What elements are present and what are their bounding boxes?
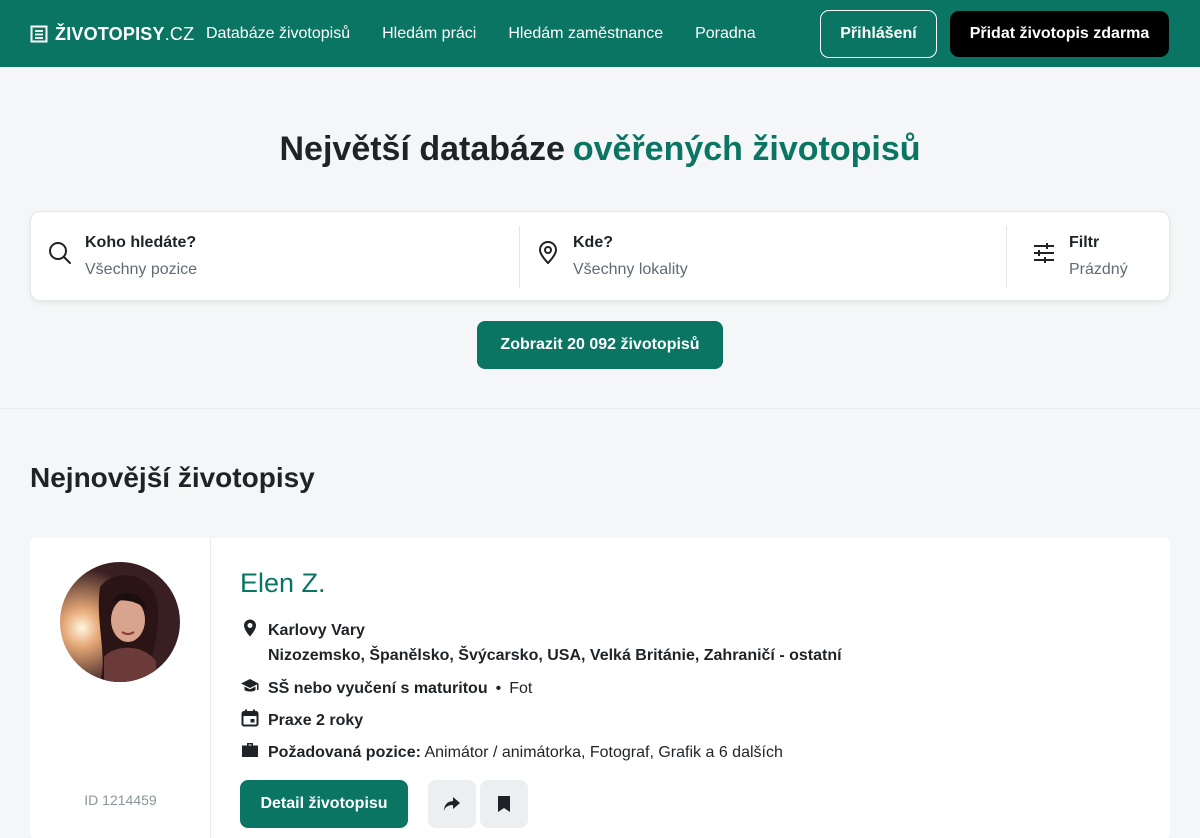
search-where-field[interactable]: Kde? Všechny lokality (520, 212, 1006, 300)
top-header: ŽIVOTOPISY.CZ Databáze životopisů Hledám… (0, 0, 1200, 67)
hero-section: Největší databáze ověřených životopisů Ko… (0, 67, 1200, 409)
location-countries: Nizozemsko, Španělsko, Švýcarsko, USA, V… (268, 647, 842, 664)
position-label: Požadovaná pozice: (268, 744, 421, 761)
site-logo[interactable]: ŽIVOTOPISY.CZ (30, 22, 194, 46)
location-icon (244, 619, 256, 637)
share-button[interactable] (428, 780, 476, 828)
avatar-photo (60, 562, 180, 682)
main-nav: Databáze životopisů Hledám práci Hledám … (206, 0, 788, 67)
share-icon (444, 797, 460, 811)
nav-resume-database[interactable]: Databáze životopisů (206, 25, 350, 43)
add-resume-button[interactable]: Přidat životopis zdarma (950, 11, 1169, 57)
location-city: Karlovy Vary (268, 622, 365, 639)
search-bar: Koho hledáte? Všechny pozice Kde? Všechn… (30, 211, 1170, 301)
separator-dot: • (495, 680, 502, 697)
search-who-field[interactable]: Koho hledáte? Všechny pozice (31, 212, 519, 300)
experience-text: Praxe 2 roky (268, 712, 364, 729)
candidate-name[interactable]: Elen Z. (240, 568, 326, 599)
graduation-cap-icon (241, 679, 259, 692)
search-filter-field[interactable]: Filtr Prázdný (1007, 212, 1169, 300)
login-button[interactable]: Přihlášení (820, 10, 937, 58)
position-row: Požadovaná pozice: Animátor / animátorka… (240, 740, 783, 765)
document-icon (30, 25, 48, 43)
search-filter-label: Filtr (1069, 234, 1100, 251)
logo-text: ŽIVOTOPISY.CZ (55, 23, 195, 44)
education-level: SŠ nebo vyučení s maturitou (268, 680, 488, 697)
education-row: SŠ nebo vyučení s maturitou • Fot (240, 676, 532, 701)
location-pin-icon (539, 241, 557, 264)
page-title: Největší databáze ověřených životopisů (279, 130, 921, 168)
search-where-placeholder: Všechny lokality (573, 261, 688, 278)
resume-id: ID 1214459 (84, 792, 157, 808)
nav-advice[interactable]: Poradna (695, 25, 756, 43)
nav-employee-search[interactable]: Hledám zaměstnance (508, 25, 663, 43)
bookmark-icon (498, 796, 510, 812)
search-who-label: Koho hledáte? (85, 234, 197, 251)
nav-job-search[interactable]: Hledám práci (382, 25, 476, 43)
calendar-icon (241, 709, 259, 727)
education-field: Fot (509, 680, 533, 697)
filter-sliders-icon (1034, 243, 1054, 263)
search-icon (49, 242, 71, 264)
resume-card: ID 1214459 Elen Z. Karlovy Vary Nizozems… (30, 538, 1170, 838)
avatar[interactable] (60, 562, 180, 682)
section-title: Nejnovější životopisy (30, 462, 315, 493)
briefcase-icon (242, 743, 258, 757)
search-filter-value: Prázdný (1069, 261, 1128, 278)
search-where-label: Kde? (573, 234, 613, 251)
search-who-placeholder: Všechny pozice (85, 261, 198, 278)
position-list: Animátor / animátorka, Fotograf, Grafik … (424, 744, 783, 761)
experience-row: Praxe 2 roky (240, 708, 363, 733)
show-resumes-button[interactable]: Zobrazit 20 092 životopisů (477, 321, 723, 369)
location-row: Karlovy Vary Nizozemsko, Španělsko, Švýc… (240, 618, 842, 668)
card-left-column: ID 1214459 (30, 538, 211, 838)
resume-detail-button[interactable]: Detail životopisu (240, 780, 408, 828)
bookmark-button[interactable] (480, 780, 528, 828)
